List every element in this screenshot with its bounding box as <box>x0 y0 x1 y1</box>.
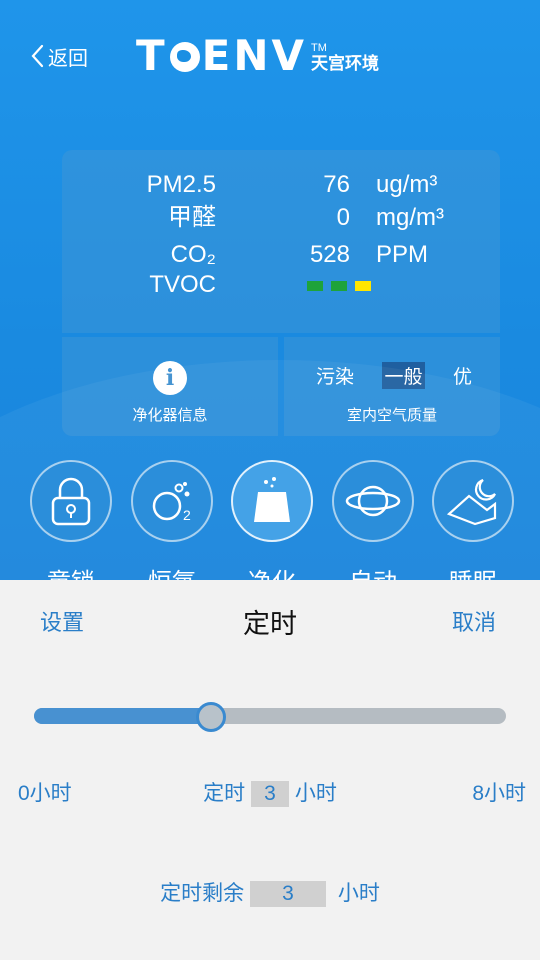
remaining-unit: 小时 <box>337 882 380 905</box>
timer-unit: 小时 <box>294 782 337 805</box>
brand-tm: TM <box>311 42 327 54</box>
mode-label: 自动 <box>332 562 414 580</box>
pm25-value: 76 <box>323 171 350 198</box>
mode-auto[interactable]: 自动 <box>332 460 414 580</box>
timer-setting: 定时 3 小时 <box>0 777 540 808</box>
mode-label: 恒氧 <box>131 562 213 580</box>
planet-icon <box>332 460 414 542</box>
brand-cn: 天宫环境 <box>311 54 380 73</box>
mode-oxygen[interactable]: 2 恒氧 <box>131 460 213 580</box>
back-button[interactable]: 返回 <box>30 40 88 72</box>
purify-icon <box>231 460 313 542</box>
air-quality-card: 污染 一般 优 室内空气质量 <box>284 337 500 436</box>
slider-fill <box>34 708 211 724</box>
mode-sleep[interactable]: 睡眠 <box>432 460 514 580</box>
chevron-left-icon <box>31 44 44 68</box>
globe-icon <box>169 41 200 72</box>
tvoc-bar <box>355 281 371 291</box>
back-label: 返回 <box>48 47 88 70</box>
air-quality-label: 室内空气质量 <box>346 407 437 424</box>
timer-slider[interactable] <box>34 702 506 732</box>
co2-value: 528 <box>309 241 350 268</box>
purifier-info-button[interactable]: i 净化器信息 <box>62 337 278 436</box>
slider-thumb[interactable] <box>196 702 226 732</box>
moon-icon <box>432 460 514 542</box>
oxygen-icon: 2 <box>131 460 213 542</box>
mode-label: 童锁 <box>30 562 112 580</box>
svg-text:2: 2 <box>183 507 191 523</box>
slider-max-label: 8小时 <box>472 782 526 805</box>
info-icon: i <box>153 361 187 395</box>
aq-level-good: 优 <box>452 367 472 388</box>
co2-label: CO₂ <box>170 241 216 268</box>
formaldehyde-value: 0 <box>336 204 350 231</box>
timer-prefix: 定时 <box>203 782 246 805</box>
tvoc-label: TVOC <box>149 271 216 298</box>
aq-level-polluted: 污染 <box>316 367 355 388</box>
co2-unit: PPM <box>376 241 429 268</box>
brand-logo: T ENV TM 天宫环境 <box>136 34 379 78</box>
mode-label: 睡眠 <box>432 562 514 580</box>
cancel-button[interactable]: 取消 <box>452 605 496 637</box>
formaldehyde-unit: mg/m³ <box>376 204 444 231</box>
mode-purify[interactable]: 净化 <box>231 460 313 580</box>
tvoc-bar <box>307 281 323 291</box>
lock-icon <box>30 460 112 542</box>
air-data-panel: PM2.5 76 ug/m³ 甲醛 0 mg/m³ CO₂ 528 PPM TV… <box>62 150 500 436</box>
aq-level-normal: 一般 <box>382 362 425 389</box>
timer-value-field[interactable]: 3 <box>251 781 289 808</box>
air-quality-levels: 污染 一般 优 <box>314 362 474 389</box>
remaining-value-field: 3 <box>250 881 326 908</box>
metrics-card: PM2.5 76 ug/m³ 甲醛 0 mg/m³ CO₂ 528 PPM TV… <box>62 150 500 333</box>
formaldehyde-label: 甲醛 <box>168 204 216 231</box>
main-screen: 返回 T ENV TM 天宫环境 PM2.5 76 ug/m³ 甲醛 0 mg/m… <box>0 0 540 580</box>
remaining-prefix: 定时剩余 <box>160 882 245 905</box>
timer-remaining: 定时剩余 3 小时 <box>0 877 540 908</box>
tvoc-bar <box>331 281 347 291</box>
timer-sheet: 设置 定时 取消 0小时 定时 3 小时 8小时 定时剩余 3 小时 <box>0 580 540 960</box>
tvoc-indicator <box>307 281 371 291</box>
purifier-info-label: 净化器信息 <box>132 407 208 424</box>
pm25-label: PM2.5 <box>146 171 216 198</box>
brand-name: T ENV <box>136 31 308 80</box>
mode-label: 净化 <box>231 562 313 580</box>
mode-child-lock[interactable]: 童锁 <box>30 460 112 580</box>
pm25-unit: ug/m³ <box>376 171 438 198</box>
